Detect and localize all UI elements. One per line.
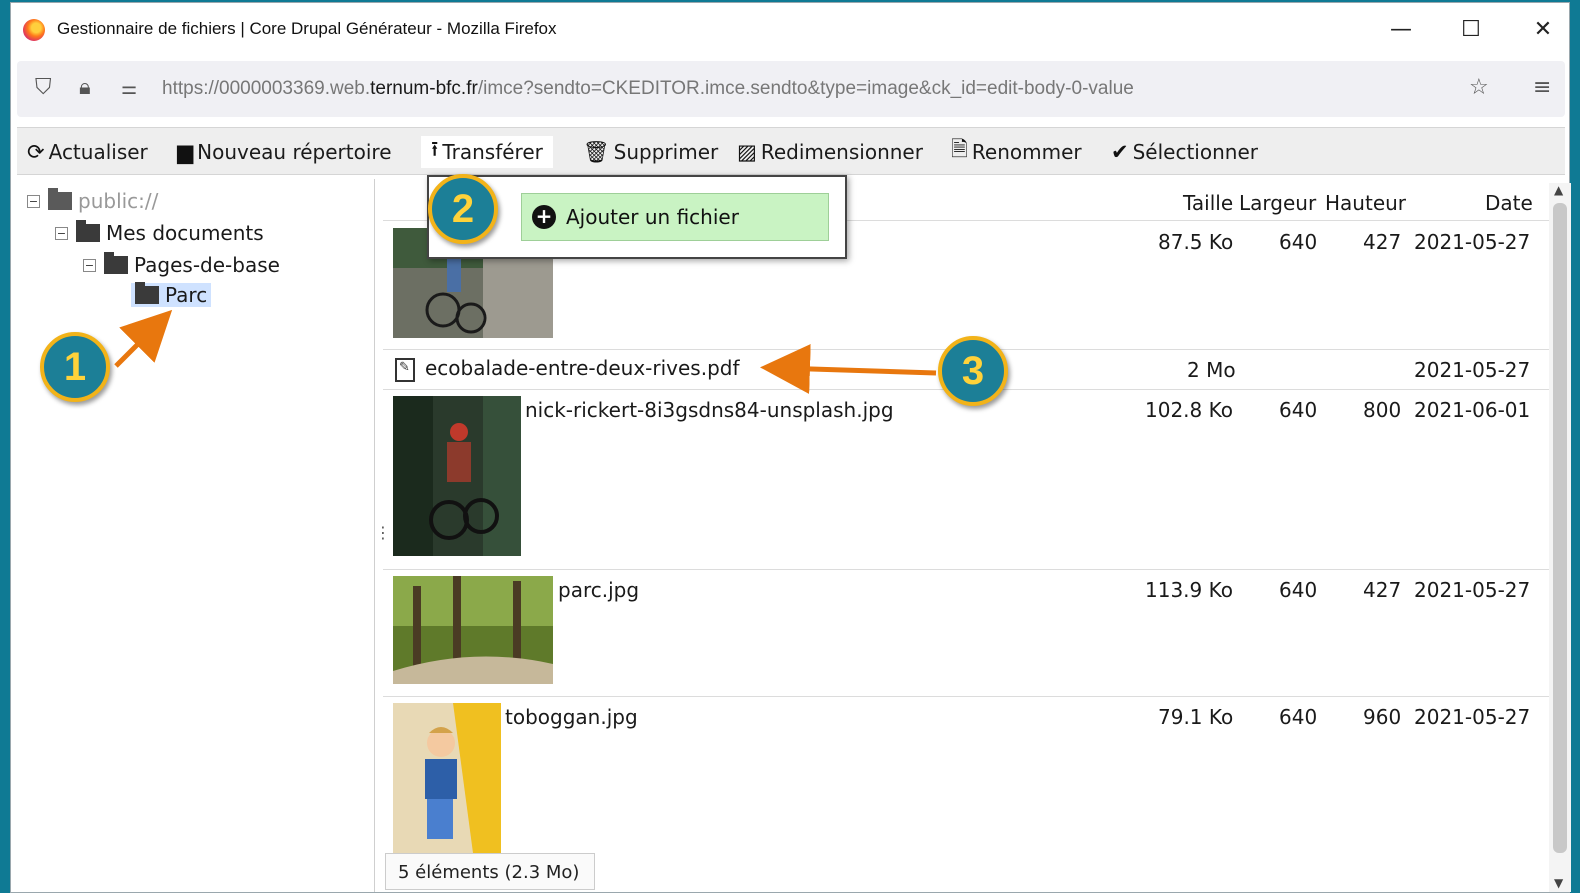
maximize-button[interactable]: ☐ bbox=[1451, 11, 1491, 47]
trash-icon: 🗑︎ bbox=[583, 139, 610, 164]
image-icon: ▨ bbox=[737, 140, 757, 164]
file-size: 2 Mo bbox=[1187, 358, 1236, 382]
browser-window: Gestionnaire de fichiers | Core Drupal G… bbox=[10, 2, 1571, 893]
column-date[interactable]: Date bbox=[1485, 191, 1533, 215]
tree-item-pages-de-base[interactable]: − Pages-de-base bbox=[83, 252, 280, 277]
folder-icon bbox=[104, 252, 128, 274]
scroll-up-icon[interactable]: ▲ bbox=[1554, 183, 1563, 197]
collapse-toggle-icon[interactable]: − bbox=[83, 258, 96, 272]
folder-icon bbox=[76, 220, 100, 242]
file-size: 87.5 Ko bbox=[1158, 230, 1234, 254]
collapse-toggle-icon[interactable]: − bbox=[27, 194, 40, 208]
tree-item-parc[interactable]: Parc bbox=[131, 282, 212, 307]
shield-icon[interactable]: ⛉ bbox=[35, 75, 52, 100]
file-date: 2021-05-27 bbox=[1414, 230, 1531, 254]
tree-item-root[interactable]: − public:// bbox=[27, 188, 158, 213]
file-name: toboggan.jpg bbox=[505, 705, 638, 729]
file-row[interactable]: toboggan.jpg 79.1 Ko 640 960 2021-05-27 bbox=[383, 697, 1549, 853]
column-height[interactable]: Hauteur bbox=[1325, 191, 1406, 215]
file-size: 102.8 Ko bbox=[1145, 398, 1233, 422]
file-date: 2021-06-01 bbox=[1414, 398, 1531, 422]
url-bar[interactable]: ⛉ 🔒︎ ⚌ https://0000003369.web.ternum-bfc… bbox=[17, 61, 1565, 117]
delete-button[interactable]: 🗑︎ Supprimer bbox=[583, 136, 718, 168]
status-bar: 5 éléments (2.3 Mo) bbox=[385, 853, 595, 890]
file-name-cell: ecobalade-entre-deux-rives.pdf bbox=[395, 356, 740, 382]
folder-tree: − public:// − Mes documents − Pages-de-b… bbox=[17, 179, 375, 892]
pane-splitter-handle[interactable]: ⋮ bbox=[375, 523, 391, 543]
refresh-icon: ⟳ bbox=[27, 140, 45, 164]
file-row[interactable]: nick-rickert-8i3gsdns84-unsplash.jpg 102… bbox=[383, 390, 1549, 570]
folder-icon bbox=[48, 188, 72, 210]
file-width: 640 bbox=[1279, 705, 1318, 729]
file-height: 427 bbox=[1363, 230, 1402, 254]
file-list: Taille Largeur Hauteur Date 87.5 Ko 640 … bbox=[383, 179, 1549, 892]
checkmark-icon: ✔ bbox=[1111, 140, 1129, 164]
add-file-menu-item[interactable]: + Ajouter un fichier bbox=[521, 193, 829, 241]
bookmark-star-icon[interactable]: ☆ bbox=[1469, 75, 1489, 100]
file-date: 2021-05-27 bbox=[1414, 358, 1531, 382]
file-width: 640 bbox=[1279, 578, 1318, 602]
menu-hamburger-icon[interactable]: ≡ bbox=[1533, 75, 1551, 100]
url-text[interactable]: https://0000003369.web.ternum-bfc.fr/imc… bbox=[162, 78, 1134, 100]
document-icon: 🗎︎ bbox=[951, 136, 968, 161]
open-folder-icon bbox=[135, 282, 159, 304]
annotation-badge-2: 2 bbox=[428, 174, 498, 244]
file-name: parc.jpg bbox=[558, 578, 640, 602]
file-name: nick-rickert-8i3gsdns84-unsplash.jpg bbox=[525, 398, 894, 422]
new-folder-button[interactable]: ▆ Nouveau répertoire bbox=[177, 136, 392, 168]
file-row[interactable]: parc.jpg 113.9 Ko 640 427 2021-05-27 bbox=[383, 570, 1549, 697]
file-thumbnail bbox=[393, 576, 553, 684]
title-bar: Gestionnaire de fichiers | Core Drupal G… bbox=[11, 3, 1569, 55]
new-folder-icon: ▆ bbox=[177, 140, 194, 164]
pdf-file-icon bbox=[395, 357, 415, 382]
file-thumbnail bbox=[393, 703, 501, 853]
column-width[interactable]: Largeur bbox=[1239, 191, 1316, 215]
upload-icon: ⭱ bbox=[431, 136, 439, 161]
file-height: 800 bbox=[1363, 398, 1402, 422]
refresh-button[interactable]: ⟳ Actualiser bbox=[27, 136, 148, 168]
permissions-icon[interactable]: ⚌ bbox=[121, 78, 137, 99]
collapse-toggle-icon[interactable]: − bbox=[55, 226, 68, 240]
window-title: Gestionnaire de fichiers | Core Drupal G… bbox=[57, 19, 557, 38]
rename-button[interactable]: 🗎︎ Renommer bbox=[951, 136, 1082, 168]
file-manager-toolbar: ⟳ Actualiser ▆ Nouveau répertoire ⭱ Tran… bbox=[17, 127, 1565, 175]
file-width: 640 bbox=[1279, 230, 1318, 254]
file-height: 960 bbox=[1363, 705, 1402, 729]
file-size: 79.1 Ko bbox=[1158, 705, 1234, 729]
upload-button[interactable]: ⭱ Transférer bbox=[421, 136, 553, 168]
annotation-badge-3: 3 bbox=[938, 336, 1008, 406]
select-button[interactable]: ✔ Sélectionner bbox=[1111, 136, 1258, 168]
resize-button[interactable]: ▨ Redimensionner bbox=[737, 136, 923, 168]
file-thumbnail bbox=[393, 396, 521, 556]
plus-circle-icon: + bbox=[532, 205, 556, 229]
scroll-down-icon[interactable]: ▼ bbox=[1554, 876, 1563, 890]
annotation-badge-1: 1 bbox=[40, 332, 110, 402]
file-height: 427 bbox=[1363, 578, 1402, 602]
column-size[interactable]: Taille bbox=[1183, 191, 1233, 215]
minimize-button[interactable]: — bbox=[1381, 11, 1421, 47]
close-button[interactable]: ✕ bbox=[1523, 11, 1563, 47]
file-width: 640 bbox=[1279, 398, 1318, 422]
lock-icon[interactable]: 🔒︎ bbox=[79, 75, 91, 100]
firefox-logo-icon bbox=[23, 19, 45, 41]
file-date: 2021-05-27 bbox=[1414, 705, 1531, 729]
tree-item-mes-documents[interactable]: − Mes documents bbox=[55, 220, 264, 245]
file-size: 113.9 Ko bbox=[1145, 578, 1233, 602]
scrollbar-thumb[interactable] bbox=[1553, 203, 1567, 853]
file-date: 2021-05-27 bbox=[1414, 578, 1531, 602]
vertical-scrollbar[interactable]: ▲ ▼ bbox=[1549, 183, 1571, 892]
